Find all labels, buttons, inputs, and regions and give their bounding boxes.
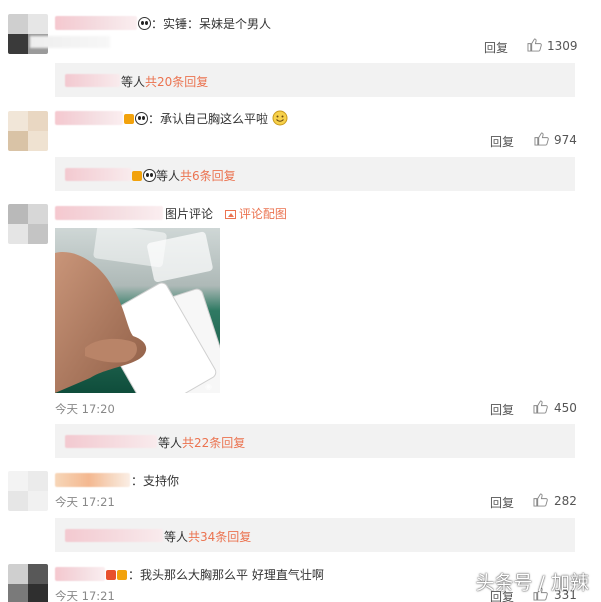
reply-button[interactable]: 回复 — [484, 39, 508, 56]
like-count: 282 — [554, 494, 577, 508]
avatar[interactable] — [8, 111, 48, 151]
panda-emoji — [143, 169, 156, 182]
comment-text-row: ：我头那么大胸那么平 好理直气壮啊 — [106, 566, 324, 583]
vip-badge-icon — [117, 570, 127, 580]
thumb-up-icon — [534, 132, 549, 146]
view-replies-link[interactable]: 共22条回复 — [182, 436, 245, 450]
reply-button[interactable]: 回复 — [490, 133, 514, 150]
image-comment-link-label: 评论配图 — [238, 207, 287, 221]
comment-text: ：实锤：呆妹是个男人 — [151, 17, 272, 31]
thumb-up-icon — [527, 38, 542, 52]
like-count: 974 — [554, 133, 577, 147]
avatar[interactable] — [8, 14, 48, 54]
comment-text-row: ：实锤：呆妹是个男人 — [138, 15, 271, 32]
avatar[interactable] — [8, 564, 48, 602]
reply-button[interactable]: 回复 — [490, 494, 514, 511]
like-count: 450 — [554, 401, 577, 415]
comment-item: ：实锤：呆妹是个男人 回复 1309 等人共20条回复 — [0, 0, 601, 97]
image-icon — [224, 210, 236, 219]
comment-time: 今天 17:21 — [55, 589, 115, 602]
sub-replies-bar[interactable]: 等人共20条回复 — [55, 63, 575, 97]
thumb-up-icon — [533, 400, 548, 414]
thumb-up-icon — [533, 493, 548, 507]
sub-replies-suffix: 等人 — [158, 436, 183, 450]
vip-badge-icon — [124, 114, 134, 124]
vip-badge-icon — [106, 570, 116, 580]
sub-replies-bar[interactable]: 等人共34条回复 — [55, 518, 575, 552]
view-replies-link[interactable]: 共34条回复 — [188, 530, 251, 544]
comment-text-row: 图片评论 评论配图 — [165, 205, 287, 222]
comment-text: ：支持你 — [131, 474, 180, 488]
sub-replies-suffix: 等人 — [164, 530, 189, 544]
watermark: 头条号 / 加辣 — [475, 572, 589, 594]
sub-replies-bar[interactable]: 等人共22条回复 — [55, 424, 575, 458]
comment-text-row: ：支持你 — [131, 472, 179, 489]
sub-replies-suffix: 等人 — [121, 75, 146, 89]
panda-emoji — [138, 17, 151, 30]
comment-text: ：承认自己胸这么平啦 — [148, 112, 269, 126]
comment-text: 图片评论 — [165, 207, 214, 221]
smile-emoji — [272, 110, 288, 126]
panda-emoji — [135, 112, 148, 125]
comment-time: 今天 17:21 — [55, 495, 115, 509]
comment-time: 今天 17:20 — [55, 402, 115, 416]
avatar[interactable] — [8, 204, 48, 244]
vip-badge-icon — [132, 171, 142, 181]
username[interactable] — [55, 16, 137, 30]
playing-cards-photo: A A ◉ — [55, 228, 220, 393]
image-comment-link[interactable]: 评论配图 — [224, 207, 287, 221]
comment-item: ：承认自己胸这么平啦 回复 974 等人共6条回复 — [0, 96, 601, 192]
view-replies-link[interactable]: 共6条回复 — [180, 169, 236, 183]
like-count: 1309 — [547, 39, 578, 53]
comment-image[interactable]: A A ◉ — [55, 228, 220, 393]
comment-text-row: ：承认自己胸这么平啦 — [124, 110, 288, 127]
avatar[interactable] — [8, 471, 48, 511]
sub-replies-bar[interactable]: 等人共6条回复 — [55, 157, 575, 191]
username[interactable] — [55, 567, 105, 581]
comment-text: ：我头那么大胸那么平 好理直气壮啊 — [128, 568, 324, 582]
username[interactable] — [55, 111, 123, 125]
blurred-text — [30, 36, 110, 48]
username[interactable] — [55, 473, 130, 487]
view-replies-link[interactable]: 共20条回复 — [145, 75, 208, 89]
sub-replies-suffix: 等人 — [156, 169, 181, 183]
username[interactable] — [55, 206, 163, 220]
svg-text:◉: ◉ — [205, 382, 212, 391]
reply-button[interactable]: 回复 — [490, 401, 514, 418]
